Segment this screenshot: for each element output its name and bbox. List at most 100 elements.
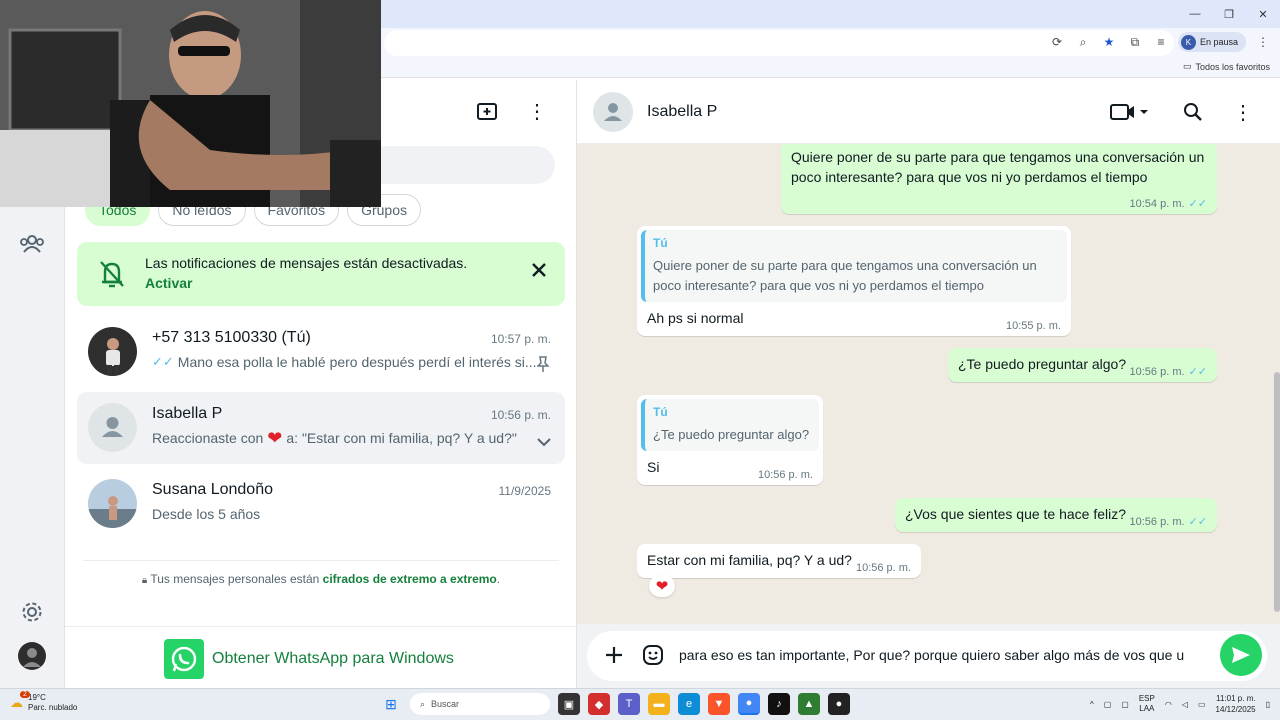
message-incoming[interactable]: Tú Quiere poner de su parte para que ten… [637,226,1071,336]
message-meta: 10:55 p. m. [1006,320,1061,332]
scrollbar[interactable] [1274,372,1280,612]
message-outgoing[interactable]: Quiere poner de su parte para que tengam… [781,142,1217,214]
activate-notifications-link[interactable]: Activar [145,275,192,291]
chat-preview-text: Mano esa polla le hablé pero después per… [177,354,537,370]
chrome-icon[interactable]: ● [738,693,760,715]
message-time: 10:56 p. m. [855,562,911,574]
message-text: ¿Te puedo preguntar algo? [958,356,1127,372]
conversation-header: Isabella P ⋮ [577,80,1280,144]
profile-button[interactable]: K En pausa [1177,32,1246,52]
task-view-icon[interactable]: ▣ [558,693,580,715]
chat-item-isabella[interactable]: Isabella P 10:56 p. m. Reaccionaste con … [77,392,565,464]
browser-menu-icon[interactable]: ⋮ [1254,33,1272,51]
get-app-button[interactable]: Obtener WhatsApp para Windows [164,639,454,679]
window-controls: — ❐ ✕ [1178,0,1280,28]
message-outgoing[interactable]: ¿Vos que sientes que te hace feliz? 10:5… [895,498,1217,532]
tray-app-icon[interactable]: ▢ [1121,700,1129,709]
encryption-link[interactable]: cifrados de extremo a extremo [323,572,497,586]
heart-icon: ❤ [267,428,283,448]
tray-chevron-icon[interactable]: ^ [1090,700,1094,709]
chevron-down-icon[interactable] [537,434,551,452]
clock-time: 11:01 p. m. [1216,694,1256,703]
profile-status: En pausa [1199,37,1238,47]
message-meta: 10:54 p. m. ✓✓ [1130,197,1207,211]
message-meta: 10:56 p. m. ✓✓ [1129,515,1207,529]
send-button[interactable] [1220,634,1262,676]
divider [83,560,559,561]
settings-icon[interactable] [18,598,46,626]
tray-app-icon[interactable]: ▢ [1104,700,1112,709]
search-icon: ⌕ [420,698,426,709]
message-meta: 10:56 p. m. [856,562,911,574]
message-input[interactable]: para eso es tan importante, Por que? por… [679,647,1219,663]
app-red-icon[interactable]: ◆ [588,693,610,715]
keyboard-layout: LAA [1139,704,1155,713]
quoted-message[interactable]: Tú Quiere poner de su parte para que ten… [641,230,1067,302]
app-green-icon[interactable]: ▲ [798,693,820,715]
windows-start-icon[interactable]: ⊞ [380,693,402,715]
bookmark-star-icon[interactable]: ★ [1100,33,1118,51]
attach-plus-icon[interactable] [605,646,623,669]
message-text: ¿Vos que sientes que te hace feliz? [905,506,1127,522]
zoom-icon[interactable]: ⌕ [1074,33,1092,51]
message-time: 10:56 p. m. [1129,515,1185,528]
message-text: Quiere poner de su parte para que tengam… [791,149,1205,185]
chat-item-susana[interactable]: Susana Londoño 11/9/2025 Desde los 5 año… [77,468,565,540]
message-time: 10:56 p. m. [757,469,813,481]
webcam-feed [0,0,381,207]
brave-icon[interactable]: ▼ [708,693,730,715]
profile-avatar-icon[interactable] [18,642,46,670]
notifications-banner: Las notificaciones de mensajes están des… [77,242,565,306]
clock-date: 14/12/2025 [1215,705,1256,714]
clock[interactable]: 11:01 p. m. 14/12/2025 [1216,693,1256,715]
message-meta: 10:56 p. m. ✓✓ [1130,365,1207,379]
weather-widget[interactable]: ☁ 2 19°C Parc. nublado [10,691,77,713]
extensions-icon[interactable]: ⧉ [1126,33,1144,51]
new-chat-icon[interactable] [475,100,499,129]
taskbar: ☁ 2 19°C Parc. nublado ⊞ ⌕ Buscar ▣ ◆ T … [0,688,1280,720]
media-icon[interactable]: ≡ [1152,33,1170,51]
wifi-icon[interactable]: ◠ [1165,700,1172,709]
contact-name[interactable]: Isabella P [647,103,717,121]
app-dark-icon[interactable]: ● [828,693,850,715]
quote-author: Tú [653,405,668,419]
search-icon[interactable] [1181,100,1205,124]
message-incoming[interactable]: Estar con mi familia, pq? Y a ud? 10:56 … [637,544,921,578]
close-window-icon[interactable]: ✕ [1246,0,1280,28]
notifications-icon[interactable]: ▯ [1266,700,1270,709]
conversation-menu-icon[interactable]: ⋮ [1231,100,1255,124]
communities-icon[interactable] [18,230,46,258]
message-outgoing[interactable]: ¿Te puedo preguntar algo? 10:56 p. m. ✓✓ [948,348,1217,382]
quoted-message[interactable]: Tú ¿Te puedo preguntar algo? [641,399,819,451]
file-explorer-icon[interactable]: ▬ [648,693,670,715]
webcam-overlay [0,0,381,207]
avatar [88,479,137,528]
chat-preview: Desde los 5 años [152,506,260,522]
restore-icon[interactable]: ❐ [1212,0,1246,28]
system-tray: ^ ▢ ▢ ESP LAA ◠ ◁ ▭ 11:01 p. m. 14/12/20… [1090,693,1270,715]
sticker-icon[interactable] [642,644,664,671]
video-call-icon[interactable] [1109,100,1149,124]
volume-icon[interactable]: ◁ [1182,700,1188,709]
message-text: Estar con mi familia, pq? Y a ud? [647,552,852,568]
minimize-icon[interactable]: — [1178,0,1212,28]
menu-icon[interactable]: ⋮ [527,100,547,124]
all-bookmarks-button[interactable]: ▭ Todos los favoritos [1183,61,1270,72]
temperature: 19°C [28,693,46,702]
translate-icon[interactable]: ⟳ [1048,33,1066,51]
get-app-label: Obtener WhatsApp para Windows [212,650,454,667]
teams-icon[interactable]: T [618,693,640,715]
language-indicator[interactable]: ESP LAA [1139,694,1155,714]
weather-badge: 2 [20,691,30,698]
message-incoming[interactable]: Tú ¿Te puedo preguntar algo? Si 10:56 p.… [637,395,823,485]
edge-icon[interactable]: e [678,693,700,715]
contact-avatar[interactable] [593,92,633,137]
tiktok-icon[interactable]: ♪ [768,693,790,715]
chat-preview: ✓✓ Mano esa polla le hablé pero después … [152,354,537,370]
chat-item-self[interactable]: +57 313 5100330 (Tú) 10:57 p. m. ✓✓ Mano… [77,316,565,388]
folder-icon: ▭ [1182,61,1192,71]
close-banner-icon[interactable] [531,262,547,283]
reaction-badge[interactable]: ❤ [649,575,675,597]
taskbar-search[interactable]: ⌕ Buscar [410,693,550,715]
battery-icon[interactable]: ▭ [1198,700,1206,709]
